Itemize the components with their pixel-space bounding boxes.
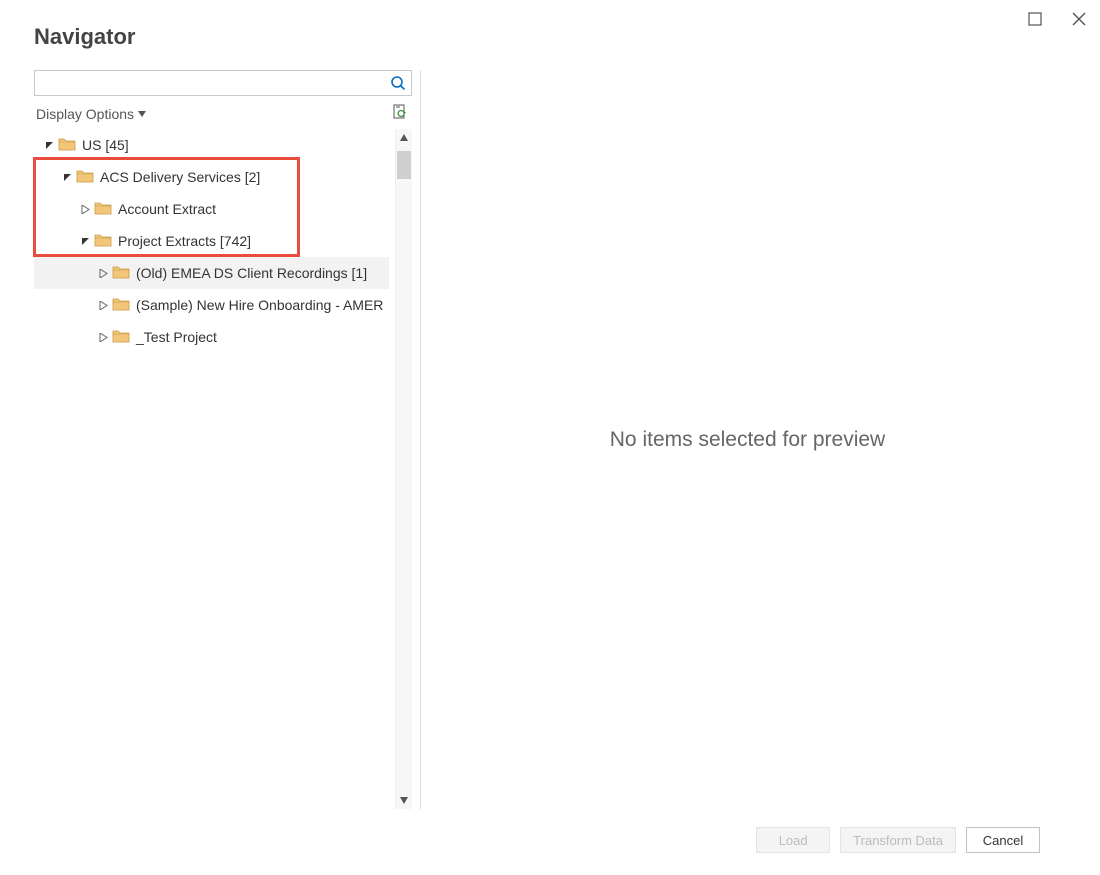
maximize-button[interactable] <box>1024 8 1046 33</box>
navigation-tree[interactable]: US [45] ACS Delivery Services [2] Account … <box>34 129 389 809</box>
display-options-label: Display Options <box>36 106 134 122</box>
scroll-up-button[interactable] <box>396 129 412 147</box>
preview-pane: No items selected for preview <box>427 70 1068 809</box>
tree-item[interactable]: Account Extract <box>34 193 389 225</box>
folder-icon <box>110 295 136 316</box>
collapse-icon[interactable] <box>60 173 74 182</box>
search-icon[interactable] <box>385 71 411 95</box>
scroll-thumb[interactable] <box>397 151 411 179</box>
search-input[interactable] <box>35 71 385 95</box>
collapse-icon[interactable] <box>42 141 56 150</box>
tree-item-label: US [45] <box>82 137 129 153</box>
preview-empty-message: No items selected for preview <box>610 428 885 452</box>
folder-icon <box>92 231 118 252</box>
search-field[interactable] <box>34 70 412 96</box>
tree-item-label: Project Extracts [742] <box>118 233 251 249</box>
tree-item[interactable]: (Sample) New Hire Onboarding - AMER <box>34 289 389 321</box>
close-button[interactable] <box>1068 8 1090 33</box>
pane-divider <box>420 70 421 809</box>
refresh-icon[interactable] <box>392 104 408 123</box>
expand-icon[interactable] <box>96 333 110 342</box>
collapse-icon[interactable] <box>78 237 92 246</box>
expand-icon[interactable] <box>96 301 110 310</box>
tree-item-label: (Old) EMEA DS Client Recordings [1] <box>136 265 367 281</box>
dialog-title: Navigator <box>34 24 1068 50</box>
display-options-dropdown[interactable]: Display Options <box>36 106 146 122</box>
folder-icon <box>110 327 136 348</box>
tree-item-label: ACS Delivery Services [2] <box>100 169 260 185</box>
chevron-down-icon <box>138 110 146 118</box>
folder-icon <box>92 199 118 220</box>
folder-icon <box>110 263 136 284</box>
tree-item[interactable]: US [45] <box>34 129 389 161</box>
tree-item-label: _Test Project <box>136 329 217 345</box>
tree-item-label: (Sample) New Hire Onboarding - AMER <box>136 297 383 313</box>
load-button[interactable]: Load <box>756 827 830 853</box>
tree-item[interactable]: Project Extracts [742] <box>34 225 389 257</box>
tree-item-label: Account Extract <box>118 201 216 217</box>
transform-data-button[interactable]: Transform Data <box>840 827 956 853</box>
tree-item[interactable]: (Old) EMEA DS Client Recordings [1] <box>34 257 389 289</box>
folder-icon <box>74 167 100 188</box>
cancel-button[interactable]: Cancel <box>966 827 1040 853</box>
tree-item[interactable]: ACS Delivery Services [2] <box>34 161 389 193</box>
scroll-down-button[interactable] <box>396 791 412 809</box>
expand-icon[interactable] <box>96 269 110 278</box>
scrollbar[interactable] <box>395 129 412 809</box>
expand-icon[interactable] <box>78 205 92 214</box>
tree-item[interactable]: _Test Project <box>34 321 389 353</box>
folder-icon <box>56 135 82 156</box>
